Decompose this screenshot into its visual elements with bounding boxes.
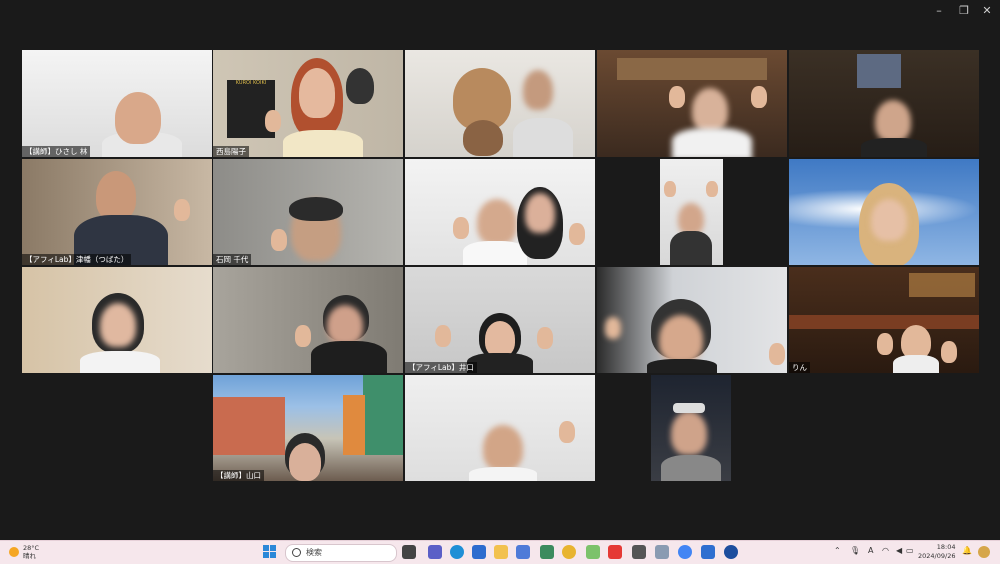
task-view-icon[interactable] (402, 545, 416, 559)
search-icon (292, 548, 301, 557)
chrome-icon[interactable] (562, 545, 576, 559)
copilot-icon[interactable] (978, 546, 990, 558)
video-tile[interactable] (660, 159, 723, 265)
video-tile[interactable] (22, 267, 212, 373)
clock[interactable]: 18:04 2024/09/26 (918, 543, 955, 561)
video-tile[interactable]: 【アフィLab】井口 (405, 267, 595, 373)
battery-icon[interactable]: ▭ (906, 546, 914, 555)
taskbar-search[interactable]: 検索 (285, 544, 397, 562)
notification-bell-icon[interactable]: 🔔 (962, 546, 972, 555)
app-icon[interactable] (632, 545, 646, 559)
ime-indicator[interactable]: A (868, 546, 873, 555)
microphone-icon[interactable]: 🎙 (850, 546, 860, 555)
video-tile[interactable]: KUROI KOIKI 西島陽子 (213, 50, 403, 157)
video-tile-active-speaker[interactable]: りん (789, 267, 979, 373)
weather-temp: 28°C (23, 544, 40, 552)
zoom-icon[interactable] (724, 545, 738, 559)
app-icon[interactable] (701, 545, 715, 559)
store-icon[interactable] (472, 545, 486, 559)
video-tile[interactable] (789, 50, 979, 157)
participant-name: 【講師】ひさし 林 (22, 146, 91, 157)
video-tile[interactable]: 【アフィLab】津幡（つばた） (22, 159, 212, 265)
video-tile[interactable]: 石岡 千代 (213, 159, 403, 265)
weather-widget[interactable]: 28°C 晴れ (6, 543, 66, 562)
participant-name: りん (789, 362, 810, 373)
weather-desc: 晴れ (23, 552, 36, 560)
edge-icon[interactable] (450, 545, 464, 559)
windows-taskbar: 28°C 晴れ 検索 ⌃ 🎙 A ◠ ◀ ▭ 18:04 2024/09/26 … (0, 540, 1000, 564)
video-tile[interactable] (213, 267, 403, 373)
sun-icon (9, 547, 19, 557)
video-tile[interactable] (789, 159, 979, 265)
teams-icon[interactable] (428, 545, 442, 559)
video-tile[interactable] (651, 375, 731, 481)
chevron-up-icon[interactable]: ⌃ (834, 546, 841, 555)
start-button[interactable] (263, 545, 277, 559)
search-placeholder: 検索 (306, 548, 322, 557)
video-tile[interactable]: 【講師】ひさし 林 (22, 50, 212, 157)
wifi-icon[interactable]: ◠ (882, 546, 889, 555)
participant-name: 西島陽子 (213, 146, 249, 157)
app-icon[interactable] (655, 545, 669, 559)
video-tile[interactable]: 【講師】山口 (213, 375, 403, 481)
video-gallery: 【講師】ひさし 林 KUROI KOIKI 西島陽子 【アフィLab】津幡（つば… (0, 0, 1000, 540)
app-icon[interactable] (540, 545, 554, 559)
video-tile[interactable] (597, 50, 787, 157)
youtube-icon[interactable] (608, 545, 622, 559)
clock-date: 2024/09/26 (918, 552, 956, 560)
participant-name: 石岡 千代 (213, 254, 252, 265)
video-tile[interactable] (405, 159, 595, 265)
video-tile[interactable] (597, 267, 787, 373)
volume-icon[interactable]: ◀ (896, 546, 902, 555)
file-explorer-icon[interactable] (494, 545, 508, 559)
app-icon[interactable] (586, 545, 600, 559)
app-icon[interactable] (516, 545, 530, 559)
participant-name: 【講師】山口 (213, 470, 264, 481)
participant-name: 【アフィLab】津幡（つばた） (22, 254, 132, 265)
video-tile[interactable] (405, 50, 595, 157)
chrome-icon[interactable] (678, 545, 692, 559)
video-tile[interactable] (405, 375, 595, 481)
clock-time: 18:04 (936, 543, 956, 551)
participant-name: 【アフィLab】井口 (405, 362, 477, 373)
